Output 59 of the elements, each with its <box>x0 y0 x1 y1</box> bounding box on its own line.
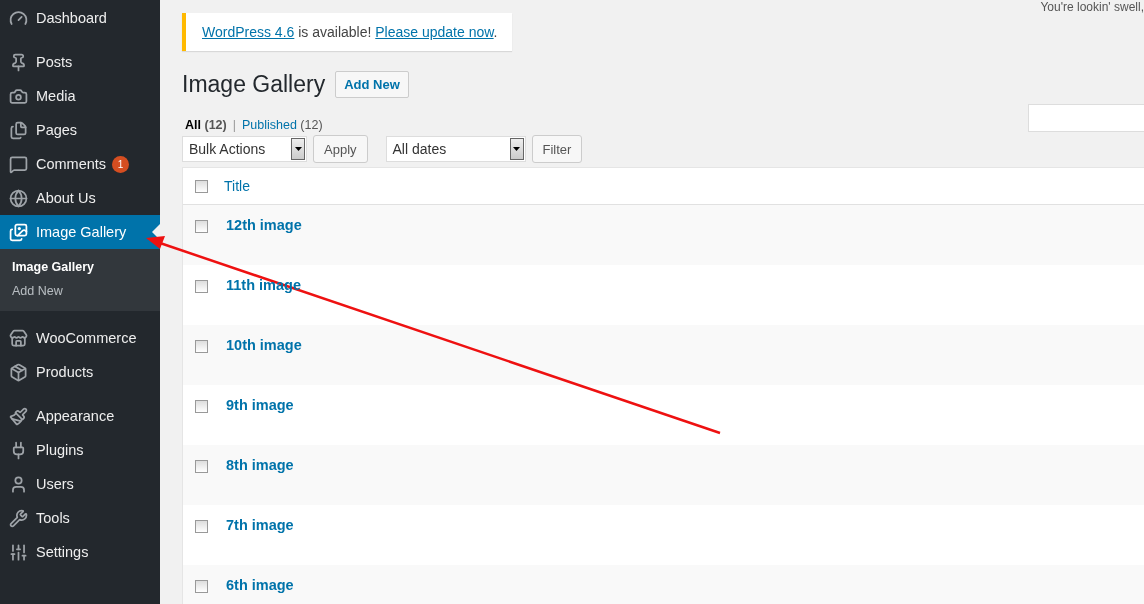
greeting-text: You're lookin' swell, <box>1040 0 1144 14</box>
item-title-link[interactable]: 6th image <box>226 577 294 593</box>
status-filter-link[interactable]: Published (12) <box>241 118 323 132</box>
submenu-item[interactable]: Image Gallery <box>0 255 160 279</box>
separator-text: | <box>232 118 236 132</box>
apply-button[interactable]: Apply <box>313 135 368 163</box>
item-title-link[interactable]: 9th image <box>226 397 294 413</box>
sidebar-item[interactable]: WooCommerce <box>0 321 160 355</box>
menu-icon <box>9 86 28 106</box>
sidebar-item[interactable]: Products <box>0 355 160 389</box>
sidebar-item[interactable]: Appearance <box>0 399 160 433</box>
menu-icon <box>9 406 28 426</box>
menu-icon <box>9 188 28 208</box>
menu-icon <box>9 362 28 382</box>
row-checkbox[interactable] <box>195 460 208 473</box>
submenu-item[interactable]: Add New <box>0 279 160 303</box>
date-select[interactable]: All dates <box>385 136 526 162</box>
menu-icon <box>9 328 28 348</box>
menu-icon <box>9 8 28 28</box>
sidebar-item[interactable]: Media <box>0 79 160 113</box>
sidebar-item[interactable]: Users <box>0 467 160 501</box>
sidebar-item[interactable]: Comments 1 <box>0 147 160 181</box>
notice-text: is available! <box>297 24 373 40</box>
select-all-checkbox[interactable] <box>195 179 208 193</box>
menu-icon <box>9 52 28 72</box>
menu-icon <box>9 120 28 140</box>
row-checkbox[interactable] <box>195 340 208 353</box>
page-title: Image Gallery <box>182 71 326 98</box>
menu-icon <box>9 542 28 562</box>
menu-icon <box>9 154 28 174</box>
sidebar-item[interactable]: About Us <box>0 181 160 215</box>
sidebar-item[interactable]: Pages <box>0 113 160 147</box>
sidebar-item[interactable]: Image Gallery <box>0 215 160 249</box>
item-title-link[interactable]: 7th image <box>226 517 294 533</box>
menu-icon <box>9 508 28 528</box>
item-title-link[interactable]: 10th image <box>226 337 302 353</box>
row-checkbox[interactable] <box>195 280 208 293</box>
menu-icon <box>9 222 28 242</box>
status-filter-link[interactable]: All (12) <box>185 118 227 132</box>
search-field[interactable] <box>1028 104 1144 132</box>
filter-button[interactable]: Filter <box>531 135 583 163</box>
row-checkbox[interactable] <box>195 400 208 413</box>
version-link[interactable]: WordPress 4.6 <box>202 24 295 40</box>
sidebar-item[interactable]: Settings <box>0 535 160 569</box>
add-new-button[interactable]: Add New <box>335 71 409 98</box>
row-checkbox[interactable] <box>195 520 208 533</box>
row-checkbox[interactable] <box>195 220 208 233</box>
menu-icon <box>9 474 28 494</box>
row-checkbox[interactable] <box>195 580 208 593</box>
update-link[interactable]: Please update now <box>375 24 494 40</box>
item-title-link[interactable]: 12th image <box>226 217 302 233</box>
column-header[interactable]: Title <box>224 178 250 194</box>
sidebar-item[interactable]: Tools <box>0 501 160 535</box>
sidebar-item[interactable]: Plugins <box>0 433 160 467</box>
item-title-link[interactable]: 8th image <box>226 457 294 473</box>
sidebar-item[interactable]: Posts <box>0 45 160 79</box>
sidebar-item[interactable]: Dashboard <box>0 1 160 35</box>
count-badge: 1 <box>112 155 130 173</box>
bulk-actions-select[interactable]: Bulk Actions <box>182 136 307 162</box>
